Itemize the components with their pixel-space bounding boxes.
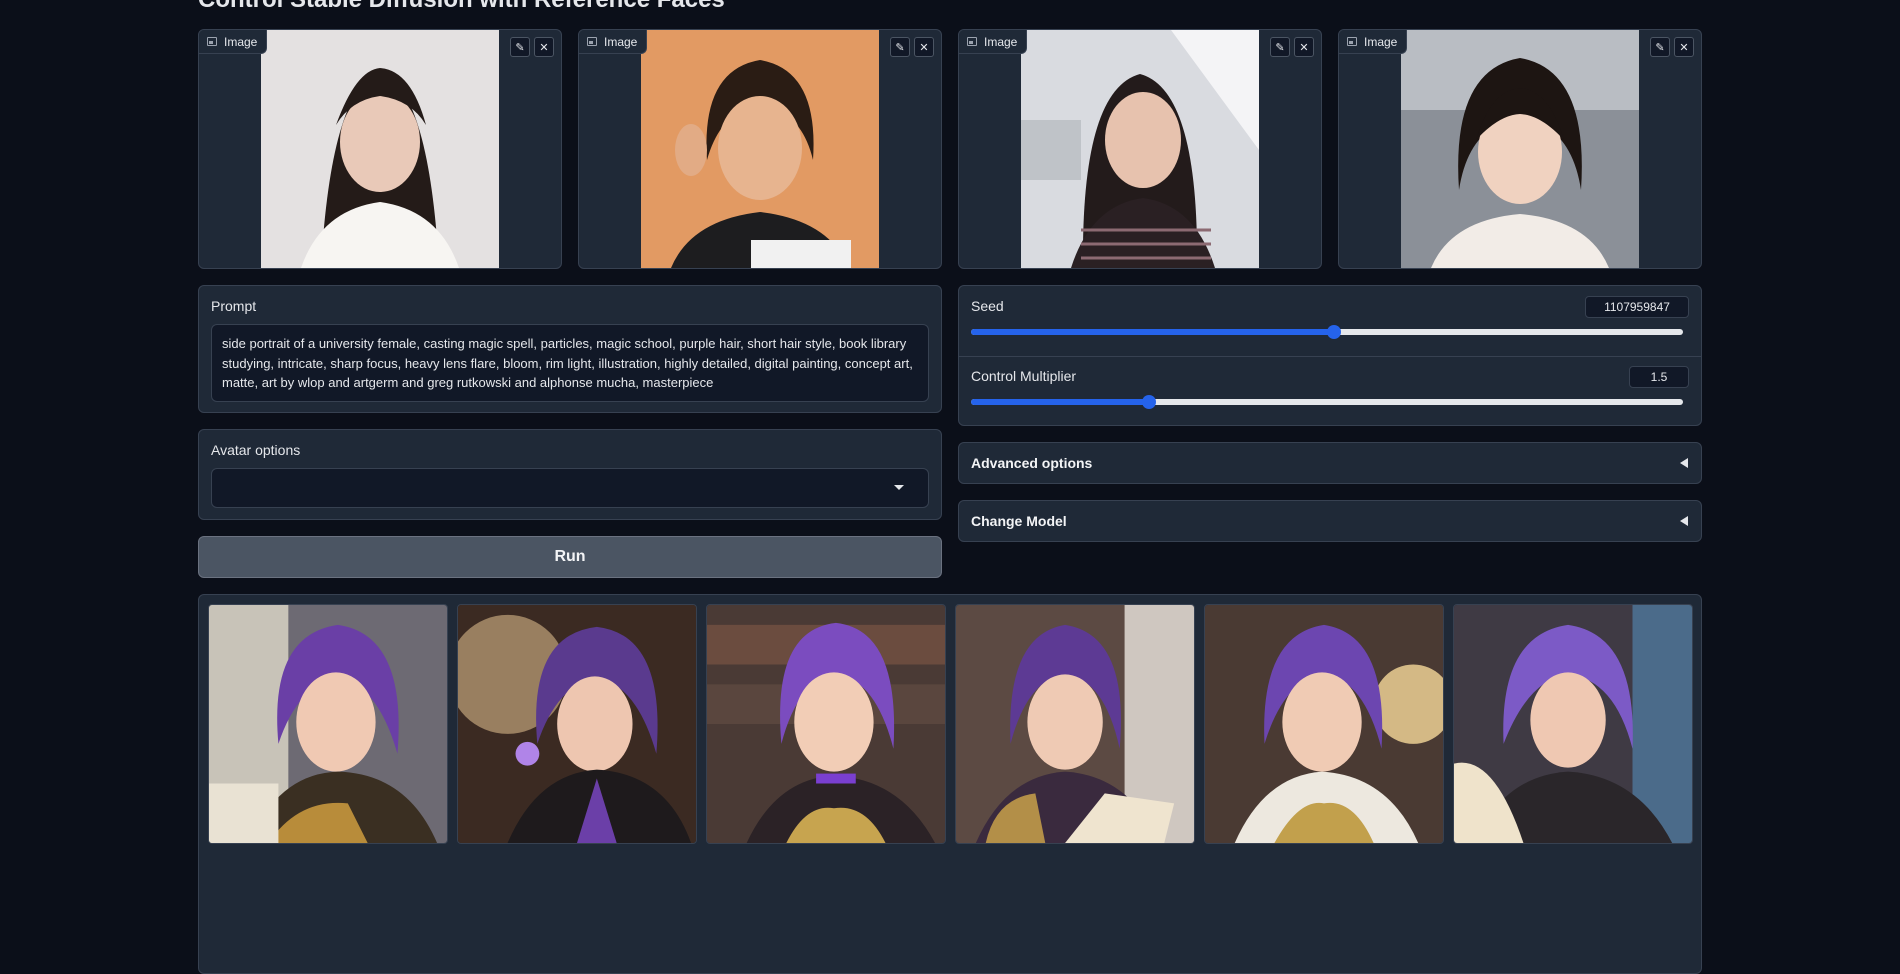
- change-model-label: Change Model: [971, 513, 1067, 529]
- edit-button[interactable]: ✎: [510, 37, 530, 57]
- seed-label: Seed: [971, 298, 1004, 314]
- reference-image-2[interactable]: Image ✎ ✕: [578, 29, 942, 269]
- image-icon: [587, 37, 597, 46]
- edit-button[interactable]: ✎: [890, 37, 910, 57]
- avatar-options-label: Avatar options: [211, 442, 301, 458]
- edit-button[interactable]: ✎: [1270, 37, 1290, 57]
- reference-image-3[interactable]: Image ✎ ✕: [958, 29, 1322, 269]
- clear-image-button[interactable]: ✕: [534, 37, 554, 57]
- gallery-image-3[interactable]: [706, 604, 946, 844]
- divider: [959, 356, 1701, 357]
- image-label: Image: [1339, 30, 1408, 54]
- output-gallery: [198, 594, 1702, 974]
- image-icon: [1347, 37, 1357, 46]
- reference-image-1[interactable]: Image ✎ ✕: [198, 29, 562, 269]
- seed-slider[interactable]: [971, 325, 1683, 339]
- edit-button[interactable]: ✎: [1650, 37, 1670, 57]
- gallery-image-5[interactable]: [1204, 604, 1444, 844]
- prompt-panel: Prompt side portrait of a university fem…: [198, 285, 942, 413]
- run-button[interactable]: Run: [198, 536, 942, 578]
- seed-slider-fill: [971, 329, 1335, 335]
- reference-photo: [1021, 30, 1259, 268]
- pencil-icon: ✎: [1275, 41, 1285, 54]
- change-model-accordion[interactable]: Change Model: [958, 500, 1702, 542]
- image-label: Image: [199, 30, 268, 54]
- reference-image-4[interactable]: Image ✎ ✕: [1338, 29, 1702, 269]
- seed-slider-thumb[interactable]: [1327, 325, 1342, 339]
- image-label: Image: [579, 30, 648, 54]
- clear-image-button[interactable]: ✕: [1294, 37, 1314, 57]
- generation-settings-panel: Seed 1107959847 Control Multiplier 1.5: [958, 285, 1702, 426]
- advanced-options-label: Advanced options: [971, 455, 1093, 471]
- control-multiplier-slider-fill: [971, 399, 1149, 405]
- caret-left-icon: [1680, 458, 1688, 468]
- reference-photo: [1401, 30, 1639, 268]
- avatar-options-dropdown[interactable]: [211, 468, 929, 508]
- image-icon: [967, 37, 977, 46]
- control-multiplier-slider-thumb[interactable]: [1142, 395, 1156, 409]
- image-icon: [207, 37, 217, 46]
- pencil-icon: ✎: [1655, 41, 1665, 54]
- close-icon: ✕: [1679, 41, 1689, 54]
- pencil-icon: ✎: [895, 41, 905, 54]
- gallery-image-6[interactable]: [1453, 604, 1693, 844]
- caret-left-icon: [1680, 516, 1688, 526]
- prompt-textarea[interactable]: side portrait of a university female, ca…: [211, 324, 929, 402]
- control-multiplier-slider[interactable]: [971, 395, 1683, 409]
- gallery-image-2[interactable]: [457, 604, 697, 844]
- prompt-label: Prompt: [211, 298, 257, 314]
- clear-image-button[interactable]: ✕: [1674, 37, 1694, 57]
- reference-photo: [261, 30, 499, 268]
- image-label: Image: [959, 30, 1028, 54]
- control-multiplier-number-input[interactable]: 1.5: [1629, 366, 1689, 388]
- avatar-options-panel: Avatar options: [198, 429, 942, 520]
- page-title: Control Stable Diffusion with Reference …: [198, 0, 725, 14]
- advanced-options-accordion[interactable]: Advanced options: [958, 442, 1702, 484]
- close-icon: ✕: [919, 41, 929, 54]
- gallery-image-1[interactable]: [208, 604, 448, 844]
- close-icon: ✕: [1299, 41, 1309, 54]
- seed-number-input[interactable]: 1107959847: [1585, 296, 1689, 318]
- close-icon: ✕: [539, 41, 549, 54]
- gallery-image-4[interactable]: [955, 604, 1195, 844]
- clear-image-button[interactable]: ✕: [914, 37, 934, 57]
- pencil-icon: ✎: [515, 41, 525, 54]
- reference-photo: [641, 30, 879, 268]
- control-multiplier-label: Control Multiplier: [971, 368, 1077, 384]
- chevron-down-icon: [894, 485, 904, 490]
